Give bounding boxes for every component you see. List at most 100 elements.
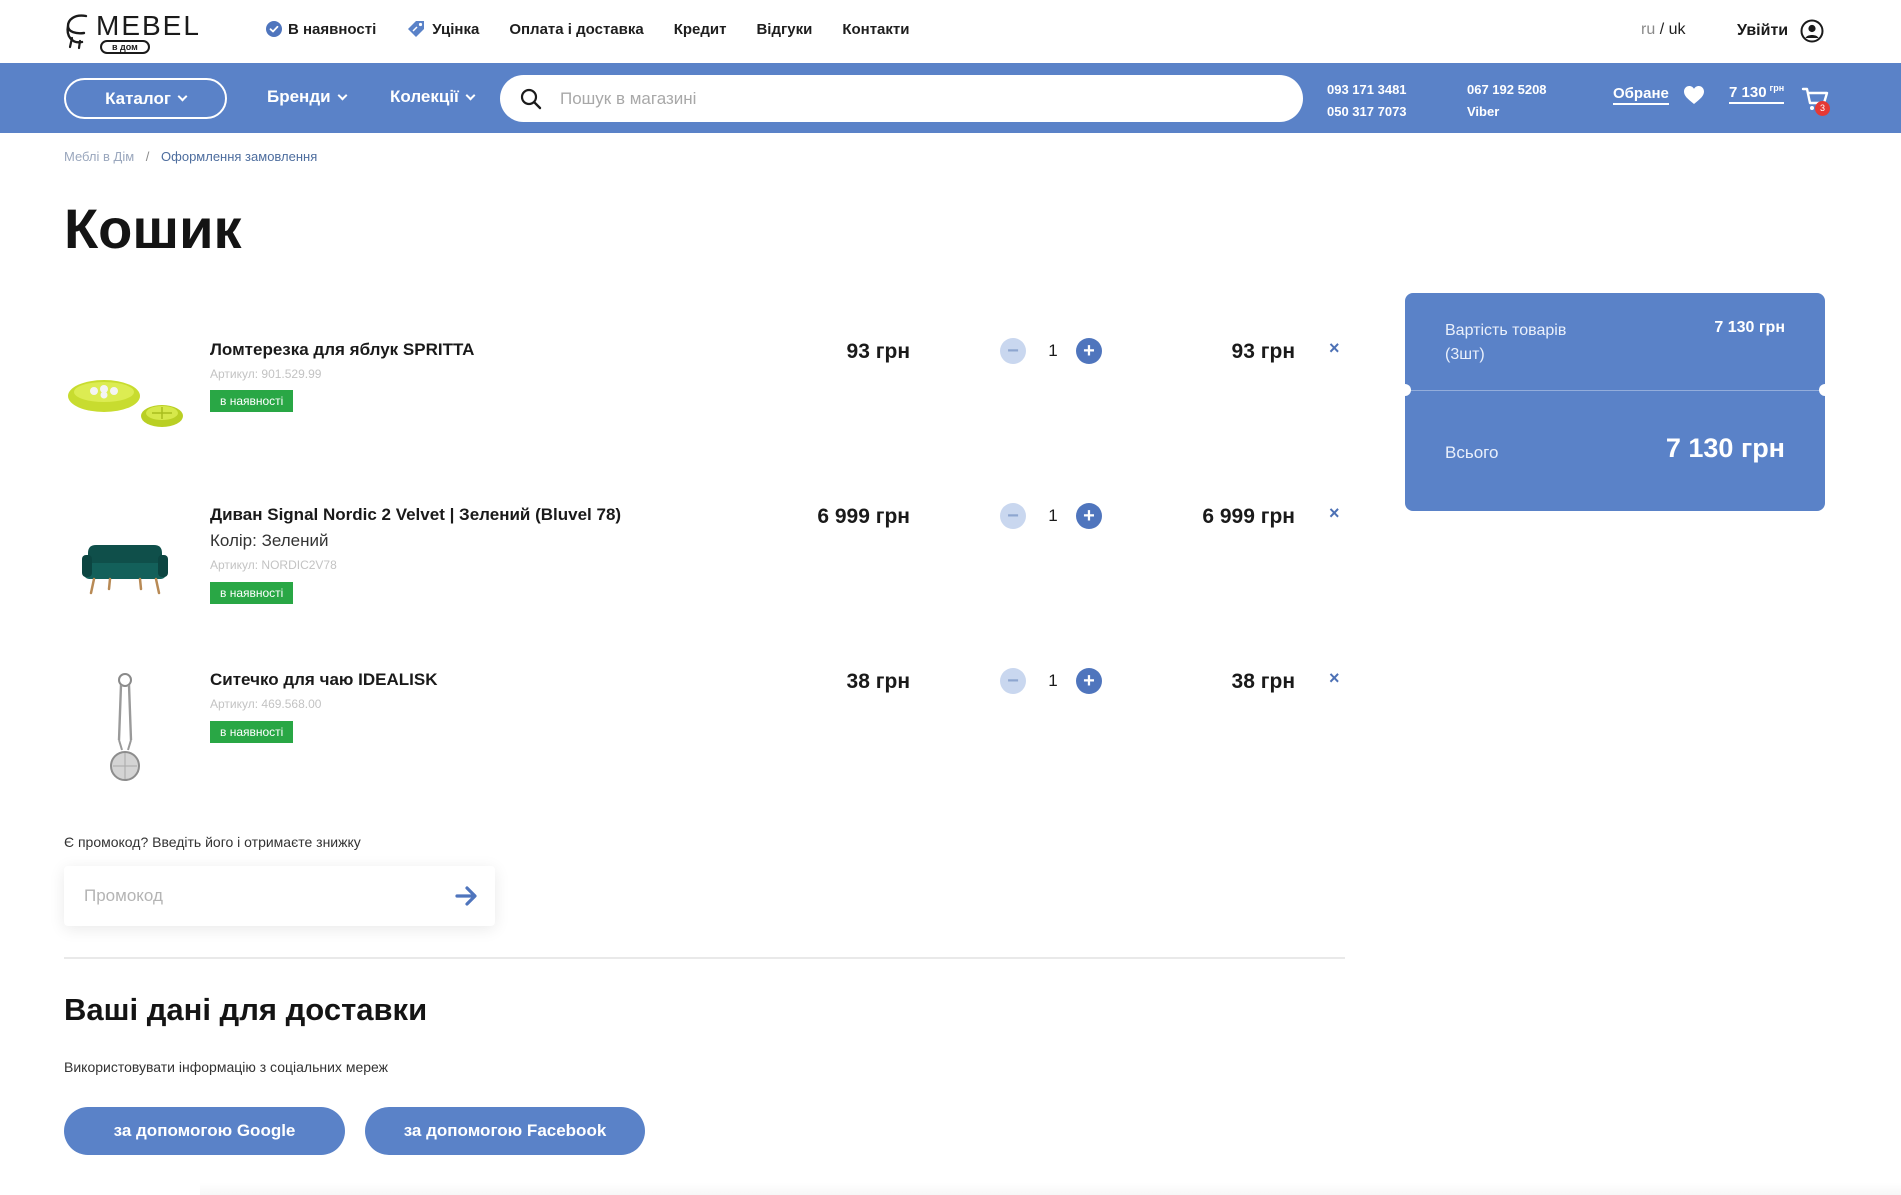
product-name-link[interactable]: Диван Signal Nordic 2 Velvet | Зелений (… [210, 505, 621, 525]
delivery-section-title: Ваші дані для доставки [64, 992, 428, 1027]
cart-item: Диван Signal Nordic 2 Velvet | Зелений (… [64, 503, 1354, 665]
cart-total-value: 7 130 [1729, 84, 1767, 101]
topnav-in-stock[interactable]: В наявності [266, 21, 376, 38]
page-title: Кошик [64, 197, 242, 260]
cart-item: Ломтерезка для яблук SPRITTA Артикул: 90… [64, 338, 1354, 500]
chevron-down-icon [177, 91, 188, 102]
stock-badge: в наявності [210, 582, 294, 604]
ticket-notch-right [1819, 384, 1831, 396]
topnav-reviews[interactable]: Відгуки [756, 21, 812, 38]
unit-price: 93 грн [846, 340, 910, 363]
promo-code-input[interactable] [84, 886, 424, 906]
promo-form [64, 866, 495, 926]
remove-item-button[interactable]: × [1329, 503, 1340, 524]
language-switcher: ru / uk [1641, 21, 1686, 39]
brands-menu[interactable]: Бренди [267, 87, 348, 107]
topnav-discount[interactable]: Уцінка [406, 20, 479, 38]
topnav-contacts[interactable]: Контакти [842, 21, 909, 38]
login-label: Увійти [1737, 22, 1789, 39]
line-total: 6 999 грн [1202, 505, 1295, 528]
total-label: Всього [1445, 443, 1499, 462]
catalog-label: Каталог [105, 88, 171, 108]
cart-total-link[interactable]: 7 130 грн [1729, 83, 1785, 104]
remove-item-button[interactable]: × [1329, 668, 1340, 689]
topnav-label: Контакти [842, 20, 910, 38]
arrow-right-icon[interactable] [455, 884, 479, 908]
product-image[interactable] [64, 670, 186, 790]
total-value: 7 130 грн [1665, 433, 1785, 463]
lang-separator: / [1659, 21, 1665, 38]
search-input[interactable] [560, 88, 1260, 109]
collections-label: Колекції [390, 87, 459, 106]
goods-cost-value: 7 130 грн [1714, 319, 1785, 336]
quantity-increase-button[interactable]: + [1076, 668, 1102, 694]
viber-label[interactable]: Viber [1467, 101, 1547, 123]
topnav-label: Уцінка [432, 20, 480, 38]
search-icon[interactable] [520, 88, 542, 110]
stock-badge: в наявності [210, 390, 294, 412]
quantity-increase-button[interactable]: + [1076, 338, 1102, 364]
product-sku: Артикул: 469.568.00 [210, 697, 322, 711]
brands-label: Бренди [267, 87, 331, 106]
promo-hint: Є промокод? Введіть його і отримаєте зни… [64, 834, 361, 850]
breadcrumb-current: Оформлення замовлення [161, 149, 318, 164]
login-button[interactable]: Увійти [1737, 19, 1824, 43]
product-color: Колір: Зелений [210, 531, 329, 550]
social-login-hint: Використовувати інформацію з соціальних … [64, 1059, 389, 1075]
goods-cost-label: Вартість товарів (3шт) [1445, 322, 1567, 363]
next-section-shadow [200, 1182, 1901, 1195]
product-image[interactable] [64, 525, 186, 605]
quantity-decrease-button[interactable]: − [1000, 338, 1026, 364]
facebook-login-button[interactable]: за допомогою Facebook [365, 1107, 645, 1155]
lang-ru-link[interactable]: ru [1641, 21, 1655, 38]
chevron-down-icon [465, 90, 476, 100]
phone-link[interactable]: 093 171 3481 [1327, 79, 1407, 101]
phone-link[interactable]: 050 317 7073 [1327, 101, 1407, 123]
ticket-notch-left [1399, 384, 1411, 396]
lang-uk-link[interactable]: uk [1669, 21, 1686, 38]
check-circle-icon [266, 21, 282, 37]
stock-badge: в наявності [210, 721, 294, 743]
quantity-decrease-button[interactable]: − [1000, 668, 1026, 694]
discount-tag-icon [408, 21, 425, 37]
google-login-button[interactable]: за допомогою Google [64, 1107, 345, 1155]
main-header: Каталог Бренди Колекції 093 171 3481 050… [0, 63, 1901, 133]
product-name-link[interactable]: Ломтерезка для яблук SPRITTA [210, 340, 474, 360]
product-name-link[interactable]: Ситечко для чаю IDEALISK [210, 670, 437, 690]
logo[interactable]: MEBEL в дом [64, 10, 204, 54]
topnav-label: Кредит [673, 20, 727, 38]
top-bar: MEBEL в дом В наявності Уцінка Оплата і … [0, 0, 1901, 63]
product-sku: Артикул: 901.529.99 [210, 367, 322, 381]
collections-menu[interactable]: Колекції [390, 87, 476, 107]
user-icon [1800, 19, 1824, 43]
breadcrumb-home-link[interactable]: Меблі в Дім [64, 149, 134, 164]
phone-link[interactable]: 067 192 5208 [1467, 79, 1547, 101]
heart-icon [1683, 86, 1704, 104]
topnav-payment-delivery[interactable]: Оплата і доставка [509, 21, 643, 38]
favorites-link[interactable]: Обране [1613, 85, 1705, 105]
quantity-decrease-button[interactable]: − [1000, 503, 1026, 529]
unit-price: 6 999 грн [817, 505, 910, 528]
topnav-label: Оплата і доставка [509, 20, 644, 38]
quantity-value: 1 [1048, 506, 1058, 525]
cart-currency: грн [1769, 83, 1785, 93]
summary-divider [1405, 390, 1825, 391]
topnav-label: В наявності [288, 20, 377, 38]
breadcrumb: Меблі в Дім / Оформлення замовлення [64, 149, 317, 164]
logo-mark-icon [66, 14, 88, 50]
section-divider [64, 957, 1345, 959]
quantity-value: 1 [1048, 341, 1058, 360]
logo-tagline: в дом [100, 40, 150, 54]
cart-count-badge: 3 [1815, 101, 1830, 116]
topnav-credit[interactable]: Кредит [674, 21, 727, 38]
catalog-button[interactable]: Каталог [64, 78, 227, 119]
chevron-down-icon [337, 90, 348, 100]
search-bar [500, 75, 1303, 122]
product-sku: Артикул: NORDIC2V78 [210, 558, 337, 572]
remove-item-button[interactable]: × [1329, 338, 1340, 359]
top-nav: В наявності Уцінка Оплата і доставка Кре… [266, 20, 939, 38]
phones-group-2: 067 192 5208 Viber [1467, 79, 1547, 123]
product-image[interactable] [64, 354, 186, 444]
quantity-increase-button[interactable]: + [1076, 503, 1102, 529]
line-total: 38 грн [1231, 670, 1295, 693]
